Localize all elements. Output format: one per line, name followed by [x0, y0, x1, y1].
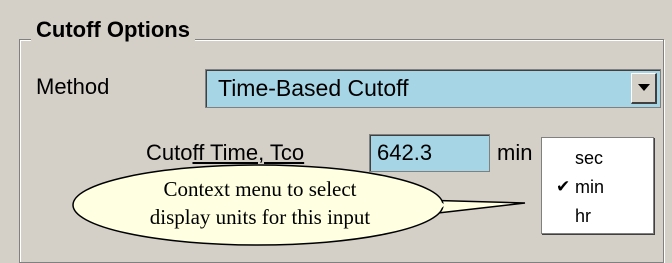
menu-item-sec[interactable]: sec [542, 143, 653, 173]
method-label: Method [36, 74, 110, 99]
cutoff-label-underlined: ff Time, Tco [192, 140, 305, 165]
group-title: Cutoff Options [31, 16, 195, 44]
method-dropdown[interactable]: Time-Based Cutoff [205, 69, 661, 108]
menu-item-label: min [575, 177, 605, 197]
method-dropdown-value: Time-Based Cutoff [218, 75, 409, 101]
dropdown-button[interactable] [631, 73, 657, 104]
cutoff-label-prefix: Cuto [146, 140, 193, 165]
menu-item-label: hr [575, 206, 592, 226]
menu-item-label: sec [575, 148, 604, 168]
callout-text: Context menu to select display units for… [90, 175, 430, 231]
menu-item-min[interactable]: ✔ min [542, 172, 653, 202]
cutoff-time-input[interactable]: 642.3 [369, 134, 490, 172]
unit-label[interactable]: min [497, 140, 532, 166]
chevron-down-icon [637, 84, 650, 91]
units-context-menu: sec ✔ min hr [541, 137, 654, 234]
menu-item-hr[interactable]: hr [542, 201, 653, 231]
checkmark-icon: ✔ [556, 177, 571, 196]
cutoff-time-label: Cutoff Time, Tco [146, 140, 304, 166]
callout-line-1: Context menu to select [163, 177, 357, 201]
cutoff-time-value: 642.3 [377, 140, 433, 165]
callout-line-2: display units for this input [149, 205, 371, 229]
